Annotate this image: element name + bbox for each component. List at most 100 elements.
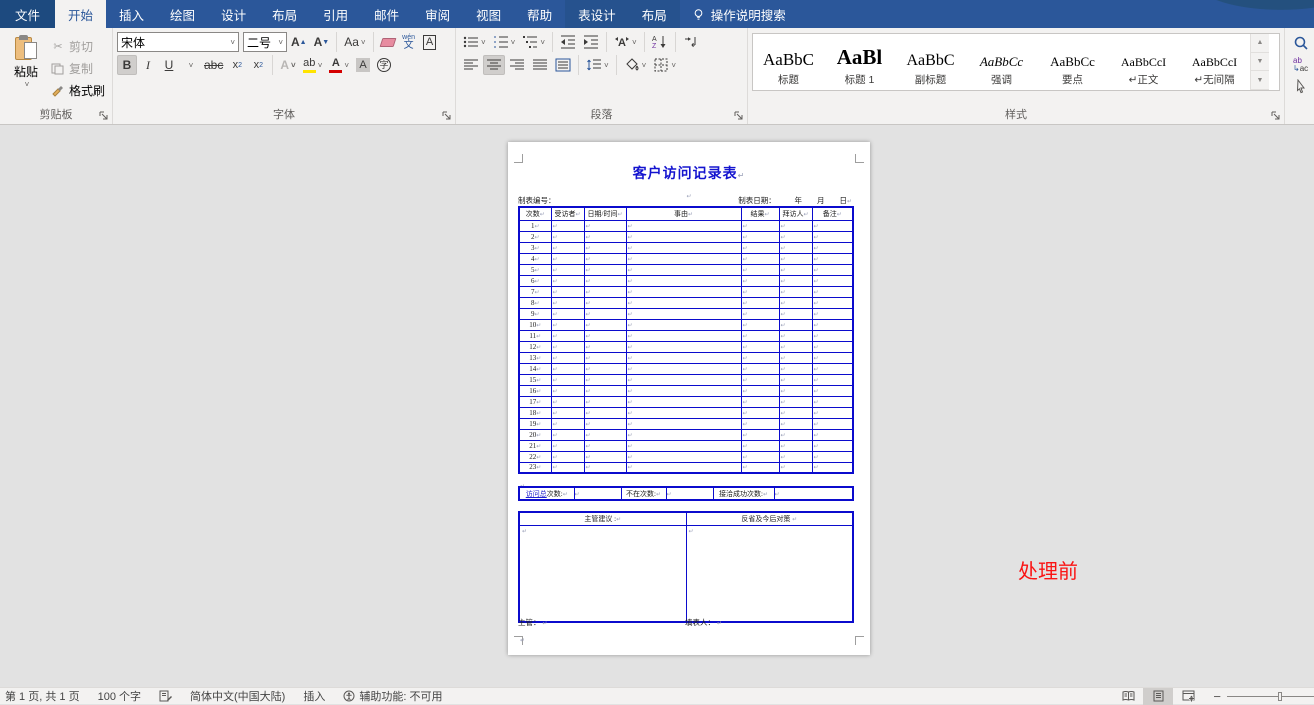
table-cell[interactable]: ↵ <box>812 341 853 352</box>
tab-help[interactable]: 帮助 <box>514 0 565 28</box>
row-number-cell[interactable]: 11↵ <box>519 330 551 341</box>
table-cell[interactable]: ↵ <box>812 396 853 407</box>
table-cell[interactable]: ↵ <box>779 462 812 473</box>
table-cell[interactable]: ↵ <box>551 242 584 253</box>
phonetic-guide-button[interactable]: wén文 <box>399 32 419 52</box>
table-cell[interactable]: ↵ <box>741 374 779 385</box>
table-cell[interactable]: ↵ <box>779 341 812 352</box>
paragraph-dialog-launcher[interactable] <box>734 111 744 121</box>
table-cell[interactable]: ↵ <box>812 330 853 341</box>
table-cell[interactable]: ↵ <box>551 297 584 308</box>
table-cell[interactable]: ↵ <box>551 429 584 440</box>
success-value-cell[interactable]: ↵ <box>774 487 853 500</box>
reflection-cell[interactable]: 反省及今后对策 ↵ <box>686 512 853 525</box>
table-cell[interactable]: ↵ <box>551 220 584 231</box>
table-cell[interactable]: ↵ <box>779 231 812 242</box>
table-cell[interactable]: ↵ <box>626 440 741 451</box>
table-cell[interactable]: ↵ <box>551 407 584 418</box>
table-cell[interactable]: ↵ <box>626 297 741 308</box>
style-heading1[interactable]: AaBl标题 1 <box>824 34 895 90</box>
header-cell[interactable]: 拜访人↵ <box>779 207 812 220</box>
table-cell[interactable]: ↵ <box>812 429 853 440</box>
table-cell[interactable]: ↵ <box>584 286 626 297</box>
table-cell[interactable]: ↵ <box>584 363 626 374</box>
table-cell[interactable]: ↵ <box>812 385 853 396</box>
row-number-cell[interactable]: 17↵ <box>519 396 551 407</box>
table-cell[interactable]: ↵ <box>551 319 584 330</box>
table-cell[interactable]: ↵ <box>779 374 812 385</box>
table-cell[interactable]: ↵ <box>626 407 741 418</box>
web-layout-button[interactable] <box>1173 688 1203 705</box>
read-mode-button[interactable] <box>1113 688 1143 705</box>
asian-layout-button[interactable]: A˅ <box>611 32 640 52</box>
table-cell[interactable]: ↵ <box>551 286 584 297</box>
table-cell[interactable]: ↵ <box>584 308 626 319</box>
preparer-sign-label[interactable]: 填表人： ↵ <box>685 617 722 628</box>
font-dialog-launcher[interactable] <box>442 111 452 121</box>
table-cell[interactable]: ↵ <box>741 385 779 396</box>
zoom-slider-thumb[interactable] <box>1278 692 1282 701</box>
row-number-cell[interactable]: 16↵ <box>519 385 551 396</box>
table-cell[interactable]: ↵ <box>584 330 626 341</box>
accessibility-status[interactable]: 辅助功能: 不可用 <box>343 688 442 704</box>
table-cell[interactable]: ↵ <box>812 297 853 308</box>
table-cell[interactable]: ↵ <box>779 330 812 341</box>
cut-button[interactable]: ✂ 剪切 <box>48 37 108 56</box>
table-cell[interactable]: ↵ <box>812 253 853 264</box>
table-cell[interactable]: ↵ <box>779 396 812 407</box>
row-number-cell[interactable]: 13↵ <box>519 352 551 363</box>
table-cell[interactable]: ↵ <box>779 242 812 253</box>
table-cell[interactable]: ↵ <box>551 330 584 341</box>
table-cell[interactable]: ↵ <box>626 253 741 264</box>
format-painter-button[interactable]: 格式刷 <box>48 81 108 100</box>
table-cell[interactable]: ↵ <box>626 363 741 374</box>
style-subtitle[interactable]: AaBbC副标题 <box>895 34 966 90</box>
find-button[interactable] <box>1293 36 1309 51</box>
table-cell[interactable]: ↵ <box>779 297 812 308</box>
font-color-button[interactable]: A˅ <box>326 55 352 75</box>
decrease-indent-button[interactable] <box>557 32 579 52</box>
table-cell[interactable]: ↵ <box>779 363 812 374</box>
table-cell[interactable]: ↵ <box>551 231 584 242</box>
table-cell[interactable]: ↵ <box>741 396 779 407</box>
table-cell[interactable]: ↵ <box>584 231 626 242</box>
header-cell[interactable]: 结果↵ <box>741 207 779 220</box>
distribute-button[interactable] <box>552 55 574 75</box>
tab-references[interactable]: 引用 <box>310 0 361 28</box>
numbering-button[interactable]: ˅ <box>490 32 519 52</box>
tell-me-search[interactable]: 操作说明搜索 <box>680 0 798 28</box>
table-cell[interactable]: ↵ <box>779 385 812 396</box>
table-cell[interactable]: ↵ <box>584 396 626 407</box>
highlight-button[interactable]: ab˅ <box>300 55 326 75</box>
table-cell[interactable]: ↵ <box>626 462 741 473</box>
table-cell[interactable]: ↵ <box>626 330 741 341</box>
table-cell[interactable]: ↵ <box>741 220 779 231</box>
table-cell[interactable]: ↵ <box>779 451 812 462</box>
paste-dropdown-caret[interactable]: ˅ <box>25 80 30 89</box>
table-cell[interactable]: ↵ <box>551 462 584 473</box>
table-cell[interactable]: ↵ <box>584 242 626 253</box>
table-cell[interactable]: ↵ <box>584 429 626 440</box>
tab-table-design[interactable]: 表设计 <box>565 0 629 28</box>
table-cell[interactable]: ↵ <box>741 297 779 308</box>
table-cell[interactable]: ↵ <box>741 319 779 330</box>
table-cell[interactable]: ↵ <box>551 440 584 451</box>
table-cell[interactable]: ↵ <box>584 264 626 275</box>
table-cell[interactable]: ↵ <box>779 253 812 264</box>
table-cell[interactable]: ↵ <box>584 418 626 429</box>
borders-button[interactable]: ˅ <box>650 55 679 75</box>
table-cell[interactable]: ↵ <box>741 275 779 286</box>
table-cell[interactable]: ↵ <box>812 286 853 297</box>
table-cell[interactable]: ↵ <box>584 319 626 330</box>
word-count-indicator[interactable]: 100 个字 <box>98 688 141 704</box>
table-cell[interactable]: ↵ <box>779 220 812 231</box>
table-cell[interactable]: ↵ <box>584 451 626 462</box>
row-number-cell[interactable]: 18↵ <box>519 407 551 418</box>
character-shading-button[interactable]: A <box>353 55 373 75</box>
table-cell[interactable]: ↵ <box>551 451 584 462</box>
clear-formatting-button[interactable] <box>378 32 398 52</box>
header-cell[interactable]: 次数↵ <box>519 207 551 220</box>
table-cell[interactable]: ↵ <box>741 231 779 242</box>
strikethrough-button[interactable]: abc <box>201 55 226 75</box>
row-number-cell[interactable]: 3↵ <box>519 242 551 253</box>
